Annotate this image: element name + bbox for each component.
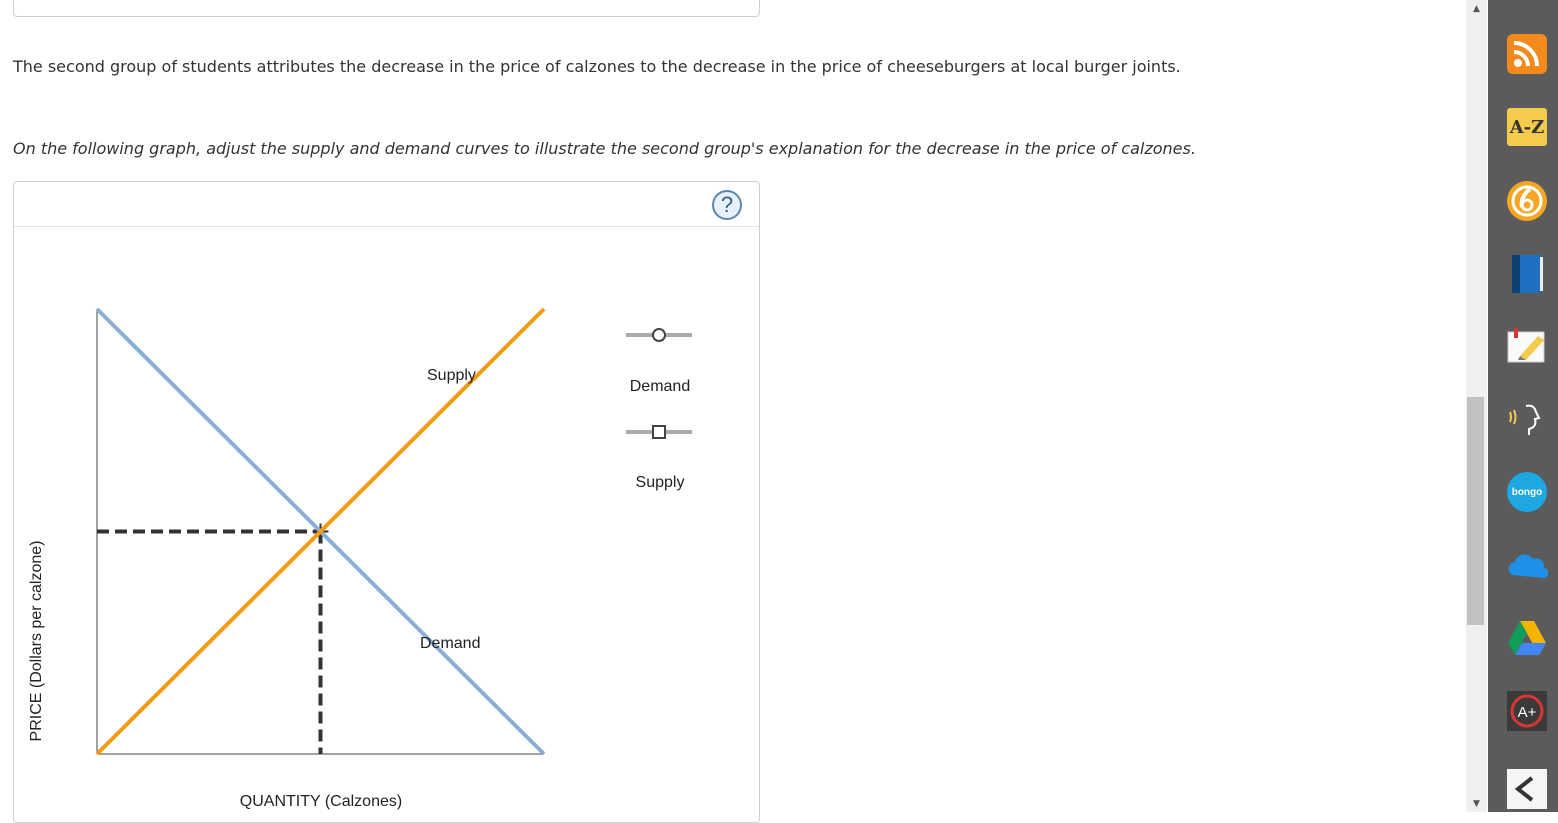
google-drive-icon xyxy=(1508,621,1546,655)
onedrive-button[interactable] xyxy=(1506,545,1548,587)
speech-icon xyxy=(1509,404,1541,435)
a-plus-icon: A+ xyxy=(1507,691,1547,731)
legend-supply-label: Supply xyxy=(636,474,685,491)
book-icon xyxy=(1512,255,1543,293)
a-z-icon: A-Z xyxy=(1507,108,1547,146)
book-button[interactable] xyxy=(1506,253,1548,295)
legend-demand-tool[interactable] xyxy=(626,328,692,342)
speech-button[interactable] xyxy=(1506,400,1548,442)
scroll-up-button[interactable]: ▲ xyxy=(1468,0,1485,17)
y-axis-label: PRICE (Dollars per calzone) xyxy=(28,541,45,742)
scroll-down-button[interactable]: ▼ xyxy=(1468,795,1485,812)
supply-demand-graph[interactable]: Supply Demand PRICE (Dollars per calzone… xyxy=(14,182,759,822)
bongo-icon: bongo xyxy=(1507,472,1547,512)
onedrive-icon xyxy=(1508,554,1548,579)
collapse-icon xyxy=(1507,769,1547,809)
rss-button[interactable] xyxy=(1506,33,1548,75)
square-marker-icon xyxy=(652,425,666,439)
instruction-text: On the following graph, adjust the suppl… xyxy=(13,139,1196,158)
rss-icon xyxy=(1507,34,1547,74)
question-text: The second group of students attributes … xyxy=(13,57,1181,76)
scrollbar-thumb[interactable] xyxy=(1467,397,1484,625)
demand-curve-label: Demand xyxy=(420,635,480,652)
previous-question-box xyxy=(13,0,760,17)
circle-marker-icon xyxy=(652,328,666,342)
legend-demand-label: Demand xyxy=(630,378,690,395)
supply-curve-label: Supply xyxy=(427,367,476,384)
clock-6-icon xyxy=(1507,181,1547,221)
a-plus-button[interactable]: A+ xyxy=(1506,690,1548,732)
highlighter-icon xyxy=(1507,328,1545,363)
google-drive-button[interactable] xyxy=(1506,617,1548,659)
a-z-button[interactable]: A-Z xyxy=(1506,106,1548,148)
clock-button[interactable] xyxy=(1506,180,1548,222)
legend-supply-tool[interactable] xyxy=(626,425,692,439)
highlighter-button[interactable] xyxy=(1506,326,1548,368)
bongo-button[interactable]: bongo xyxy=(1506,471,1548,513)
side-toolbar: A-Z bongo A+ xyxy=(1488,0,1558,812)
graph-panel: ? Supply Demand PRICE (Dollars per calzo… xyxy=(13,181,760,823)
svg-text:A+: A+ xyxy=(1518,704,1537,721)
x-axis-label: QUANTITY (Calzones) xyxy=(240,793,402,810)
collapse-toolbar-button[interactable] xyxy=(1506,768,1548,810)
